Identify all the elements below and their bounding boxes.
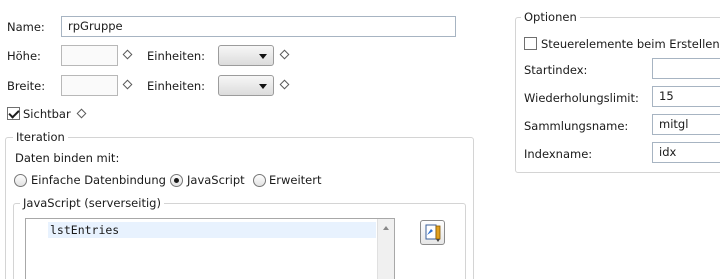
javascript-group-title: JavaScript (serverseitig) [20, 196, 164, 210]
create-controls-label: Steuerelemente beim Erstellen der [541, 37, 720, 51]
radio-simple-label: Einfache Datenbindung [31, 173, 166, 187]
einheiten-label-1: Einheiten: [147, 49, 206, 63]
editor-scrollbar[interactable] [377, 219, 394, 279]
options-title: Optionen [521, 10, 580, 24]
startindex-input[interactable] [652, 58, 720, 79]
name-input[interactable]: rpGruppe [61, 16, 456, 37]
chevron-down-icon [259, 84, 267, 89]
radio-advanced[interactable] [253, 174, 266, 187]
collection-name-input[interactable]: mitgl [652, 114, 720, 135]
repeat-limit-label: Wiederholungslimit: [524, 91, 639, 105]
einheiten-label-2: Einheiten: [147, 79, 206, 93]
radio-advanced-label: Erweitert [269, 173, 322, 187]
radio-javascript[interactable] [170, 174, 183, 187]
chevron-down-icon [259, 54, 267, 59]
sichtbar-checkbox[interactable] [7, 107, 20, 120]
bind-data-label: Daten binden mit: [15, 151, 120, 165]
javascript-editor[interactable]: lstEntries [25, 218, 395, 279]
repeat-limit-input[interactable]: 15 [652, 86, 720, 107]
sichtbar-label: Sichtbar [23, 107, 71, 121]
name-label: Name: [7, 20, 45, 34]
compute-value-icon[interactable] [279, 49, 290, 60]
hoehe-input[interactable] [61, 45, 118, 66]
einheiten-select-2[interactable] [218, 75, 274, 96]
einheiten-select-1[interactable] [218, 45, 274, 66]
index-name-input[interactable]: idx [652, 142, 720, 163]
script-edit-icon [425, 224, 441, 242]
radio-simple-binding[interactable] [14, 174, 27, 187]
startindex-label: Startindex: [524, 63, 588, 77]
compute-value-icon[interactable] [279, 79, 290, 90]
breite-label: Breite: [7, 79, 46, 93]
index-name-label: Indexname: [524, 147, 593, 161]
create-controls-checkbox[interactable] [524, 37, 537, 50]
hoehe-label: Höhe: [7, 49, 41, 63]
iteration-title: Iteration [13, 130, 68, 144]
compute-value-icon[interactable] [122, 79, 133, 90]
breite-input[interactable] [61, 75, 118, 96]
scroll-up-icon[interactable] [383, 226, 389, 230]
script-editor-button[interactable] [420, 220, 445, 245]
compute-value-icon[interactable] [122, 49, 133, 60]
radio-javascript-label: JavaScript [187, 173, 245, 187]
collection-name-label: Sammlungsname: [524, 119, 629, 133]
compute-value-icon[interactable] [76, 108, 87, 119]
code-line: lstEntries [48, 222, 376, 238]
